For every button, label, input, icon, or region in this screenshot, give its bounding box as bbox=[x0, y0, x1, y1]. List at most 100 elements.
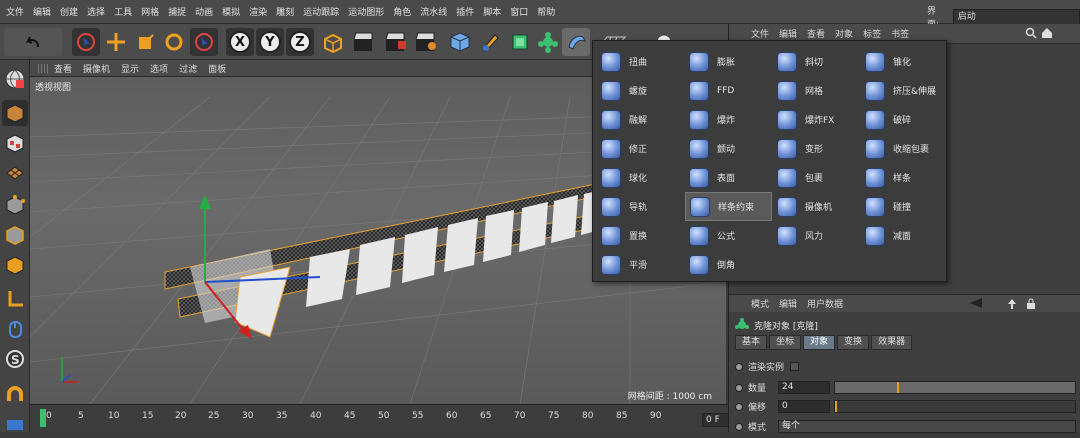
menu-render[interactable]: 渲染 bbox=[249, 5, 267, 18]
deformer-item[interactable]: 风力 bbox=[773, 221, 860, 250]
deformer-item[interactable]: 包裹 bbox=[773, 163, 860, 192]
y-axis-lock-button[interactable]: Y bbox=[256, 28, 284, 56]
coordinate-system-button[interactable] bbox=[318, 28, 346, 56]
deformer-item[interactable]: 扭曲 bbox=[597, 47, 684, 76]
deformer-item[interactable]: 样条 bbox=[861, 163, 948, 192]
object-menu-file[interactable]: 文件 bbox=[751, 27, 769, 40]
texture-mode-button[interactable] bbox=[2, 130, 28, 156]
deformer-item[interactable]: 锥化 bbox=[861, 47, 948, 76]
menu-tools[interactable]: 工具 bbox=[114, 5, 132, 18]
axis-mode-button[interactable] bbox=[2, 286, 28, 312]
deformer-item[interactable]: 爆炸FX bbox=[773, 105, 860, 134]
deformer-item[interactable]: 球化 bbox=[597, 163, 684, 192]
deformer-item[interactable]: 收缩包裹 bbox=[861, 134, 948, 163]
object-menu-view[interactable]: 查看 bbox=[807, 27, 825, 40]
object-menu-edit[interactable]: 编辑 bbox=[779, 27, 797, 40]
attr-menu-mode[interactable]: 模式 bbox=[751, 297, 769, 310]
deformer-item[interactable]: 变形 bbox=[773, 134, 860, 163]
timeline[interactable]: 0 5 10 15 20 25 30 35 40 45 50 55 60 65 … bbox=[30, 404, 752, 432]
model-mode-button[interactable] bbox=[2, 100, 28, 126]
search-icon[interactable] bbox=[1025, 27, 1037, 42]
deformer-item[interactable]: 破碎 bbox=[861, 105, 948, 134]
deformer-item[interactable]: 修正 bbox=[597, 134, 684, 163]
render-instance-checkbox[interactable] bbox=[790, 362, 800, 371]
mode-select[interactable]: 每个 bbox=[778, 420, 1076, 433]
menu-file[interactable]: 文件 bbox=[6, 5, 24, 18]
snap-button[interactable]: S bbox=[2, 346, 28, 372]
menu-plugins[interactable]: 插件 bbox=[456, 5, 474, 18]
deformer-item[interactable]: 摄像机 bbox=[773, 192, 860, 221]
deformer-item[interactable]: FFD bbox=[685, 76, 772, 105]
mograph-cloner-button[interactable] bbox=[534, 28, 562, 56]
cube-button[interactable] bbox=[446, 28, 474, 56]
menu-sculpt[interactable]: 雕刻 bbox=[276, 5, 294, 18]
make-editable-button[interactable] bbox=[2, 66, 28, 92]
count-slider-handle[interactable] bbox=[897, 382, 899, 393]
deformer-item[interactable]: 碰撞 bbox=[861, 192, 948, 221]
deformer-item[interactable]: 颤动 bbox=[685, 134, 772, 163]
viewport-menu-filter[interactable]: 过滤 bbox=[179, 62, 197, 75]
deformer-item[interactable]: 融解 bbox=[597, 105, 684, 134]
menu-mesh[interactable]: 网格 bbox=[141, 5, 159, 18]
scale-button[interactable] bbox=[132, 28, 160, 56]
deformer-item[interactable]: 减面 bbox=[861, 221, 948, 250]
deformer-item[interactable]: 网格 bbox=[773, 76, 860, 105]
tab-transform[interactable]: 变换 bbox=[837, 335, 870, 350]
menu-select[interactable]: 选择 bbox=[87, 5, 105, 18]
deformer-item[interactable]: 爆炸 bbox=[685, 105, 772, 134]
workplane-mode-button[interactable] bbox=[2, 160, 28, 186]
viewport-menu-display[interactable]: 显示 bbox=[121, 62, 139, 75]
z-axis-lock-button[interactable]: Z bbox=[286, 28, 314, 56]
offset-slider-handle[interactable] bbox=[835, 401, 837, 412]
deformer-item[interactable]: 膨胀 bbox=[685, 47, 772, 76]
deformer-button[interactable] bbox=[562, 28, 590, 56]
deformer-item[interactable]: 倒角 bbox=[685, 250, 772, 279]
deformer-item[interactable]: 表面 bbox=[685, 163, 772, 192]
pen-button[interactable] bbox=[476, 28, 504, 56]
render-picture-viewer-button[interactable] bbox=[382, 28, 410, 56]
tweak-mode-button[interactable] bbox=[2, 316, 28, 342]
live-select-button[interactable] bbox=[72, 28, 100, 56]
subdivision-button[interactable] bbox=[506, 28, 534, 56]
count-slider[interactable] bbox=[834, 381, 1076, 394]
menu-edit[interactable]: 编辑 bbox=[33, 5, 51, 18]
object-menu-objects[interactable]: 对象 bbox=[835, 27, 853, 40]
deformer-item[interactable]: 螺旋 bbox=[597, 76, 684, 105]
animation-dot[interactable] bbox=[735, 422, 743, 431]
deformer-item[interactable]: 平滑 bbox=[597, 250, 684, 279]
deformer-item[interactable]: 置换 bbox=[597, 221, 684, 250]
up-arrow-icon[interactable] bbox=[1007, 298, 1017, 313]
menu-window[interactable]: 窗口 bbox=[510, 5, 528, 18]
menu-mograph[interactable]: 运动图形 bbox=[348, 5, 384, 18]
viewport-menu-options[interactable]: 选项 bbox=[150, 62, 168, 75]
lock-workplane-button[interactable] bbox=[2, 412, 28, 438]
menu-animate[interactable]: 动画 bbox=[195, 5, 213, 18]
x-axis-lock-button[interactable]: X bbox=[226, 28, 254, 56]
lock-icon[interactable] bbox=[1025, 298, 1037, 313]
menu-motion-tracking[interactable]: 运动跟踪 bbox=[303, 5, 339, 18]
edge-mode-button[interactable] bbox=[2, 222, 28, 248]
point-mode-button[interactable] bbox=[2, 192, 28, 218]
attr-menu-user-data[interactable]: 用户数据 bbox=[807, 297, 843, 310]
attr-menu-edit[interactable]: 编辑 bbox=[779, 297, 797, 310]
object-menu-bookmarks[interactable]: 书签 bbox=[891, 27, 909, 40]
home-icon[interactable] bbox=[1041, 27, 1053, 42]
magnet-button[interactable] bbox=[2, 382, 28, 408]
deformer-item[interactable]: 斜切 bbox=[773, 47, 860, 76]
deformer-item[interactable]: 导轨 bbox=[597, 192, 684, 221]
back-arrow-icon[interactable] bbox=[969, 298, 983, 311]
menu-create[interactable]: 创建 bbox=[60, 5, 78, 18]
menu-character[interactable]: 角色 bbox=[393, 5, 411, 18]
viewport-menu-view[interactable]: 查看 bbox=[54, 62, 72, 75]
viewport-menu-panel[interactable]: 面板 bbox=[208, 62, 226, 75]
deformer-item[interactable]: 样条约束 bbox=[685, 192, 772, 221]
move-button[interactable] bbox=[102, 28, 130, 56]
offset-field[interactable]: 0 bbox=[778, 400, 830, 413]
animation-dot[interactable] bbox=[735, 402, 743, 411]
tab-basic[interactable]: 基本 bbox=[735, 335, 768, 350]
render-settings-button[interactable] bbox=[412, 28, 440, 56]
menu-simulate[interactable]: 模拟 bbox=[222, 5, 240, 18]
menu-help[interactable]: 帮助 bbox=[537, 5, 555, 18]
object-menu-tags[interactable]: 标签 bbox=[863, 27, 881, 40]
deformer-item[interactable]: 挤压&伸展 bbox=[861, 76, 948, 105]
